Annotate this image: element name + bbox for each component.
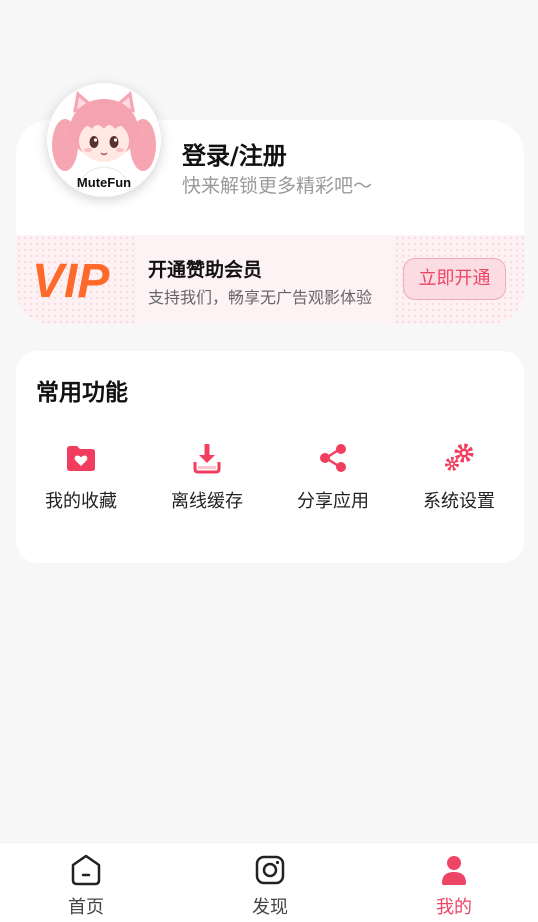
vip-banner[interactable]: VIP 开通赞助会员 支持我们，畅享无广告观影体验 立即开通 (16, 235, 524, 324)
home-icon (71, 854, 101, 886)
vip-logo: VIP (32, 257, 110, 303)
favorites-label: 我的收藏 (45, 491, 117, 512)
system-settings-item[interactable]: 系统设置 (396, 441, 522, 521)
nav-home-label: 首页 (68, 897, 104, 918)
offline-cache-item[interactable]: 离线缓存 (144, 441, 270, 521)
favorites-folder-icon (67, 446, 95, 471)
avatar-shirt-text: MuteFun (77, 175, 131, 190)
vip-logo-text: VIP (32, 257, 110, 303)
profile-subtitle: 快来解锁更多精彩吧～ (182, 175, 373, 197)
nav-discover-label: 发现 (252, 897, 288, 918)
nav-discover[interactable]: 发现 (220, 853, 320, 919)
vip-title: 开通赞助会员 (148, 259, 263, 281)
offline-cache-label: 离线缓存 (171, 491, 243, 512)
common-functions-card: 常用功能 我的收藏 离线缓存 分享应用 系统设置 (16, 351, 524, 563)
login-register-link[interactable]: 登录/注册 (182, 136, 287, 171)
share-app-label: 分享应用 (297, 491, 369, 512)
discover-icon (255, 855, 285, 885)
gears-icon (445, 443, 474, 471)
user-icon (442, 856, 466, 885)
avatar[interactable]: MuteFun (47, 83, 161, 197)
anime-girl-avatar-icon: MuteFun (50, 86, 158, 197)
nav-home[interactable]: 首页 (36, 853, 136, 919)
share-app-item[interactable]: 分享应用 (270, 441, 396, 521)
vip-subtitle: 支持我们，畅享无广告观影体验 (148, 288, 373, 307)
system-settings-label: 系统设置 (423, 491, 495, 512)
favorites-item[interactable]: 我的收藏 (18, 441, 144, 521)
download-icon (193, 444, 221, 474)
profile-screen: 登录/注册 快来解锁更多精彩吧～ VIP 开通赞助会员 支持我们，畅享无广告观影… (0, 0, 538, 922)
vip-open-button[interactable]: 立即开通 (403, 258, 506, 300)
nav-mine-label: 我的 (436, 897, 472, 918)
nav-mine[interactable]: 我的 (404, 853, 504, 919)
share-icon (320, 444, 346, 472)
bottom-navigation: 首页 发现 我的 (0, 842, 538, 922)
common-functions-title: 常用功能 (36, 380, 128, 406)
